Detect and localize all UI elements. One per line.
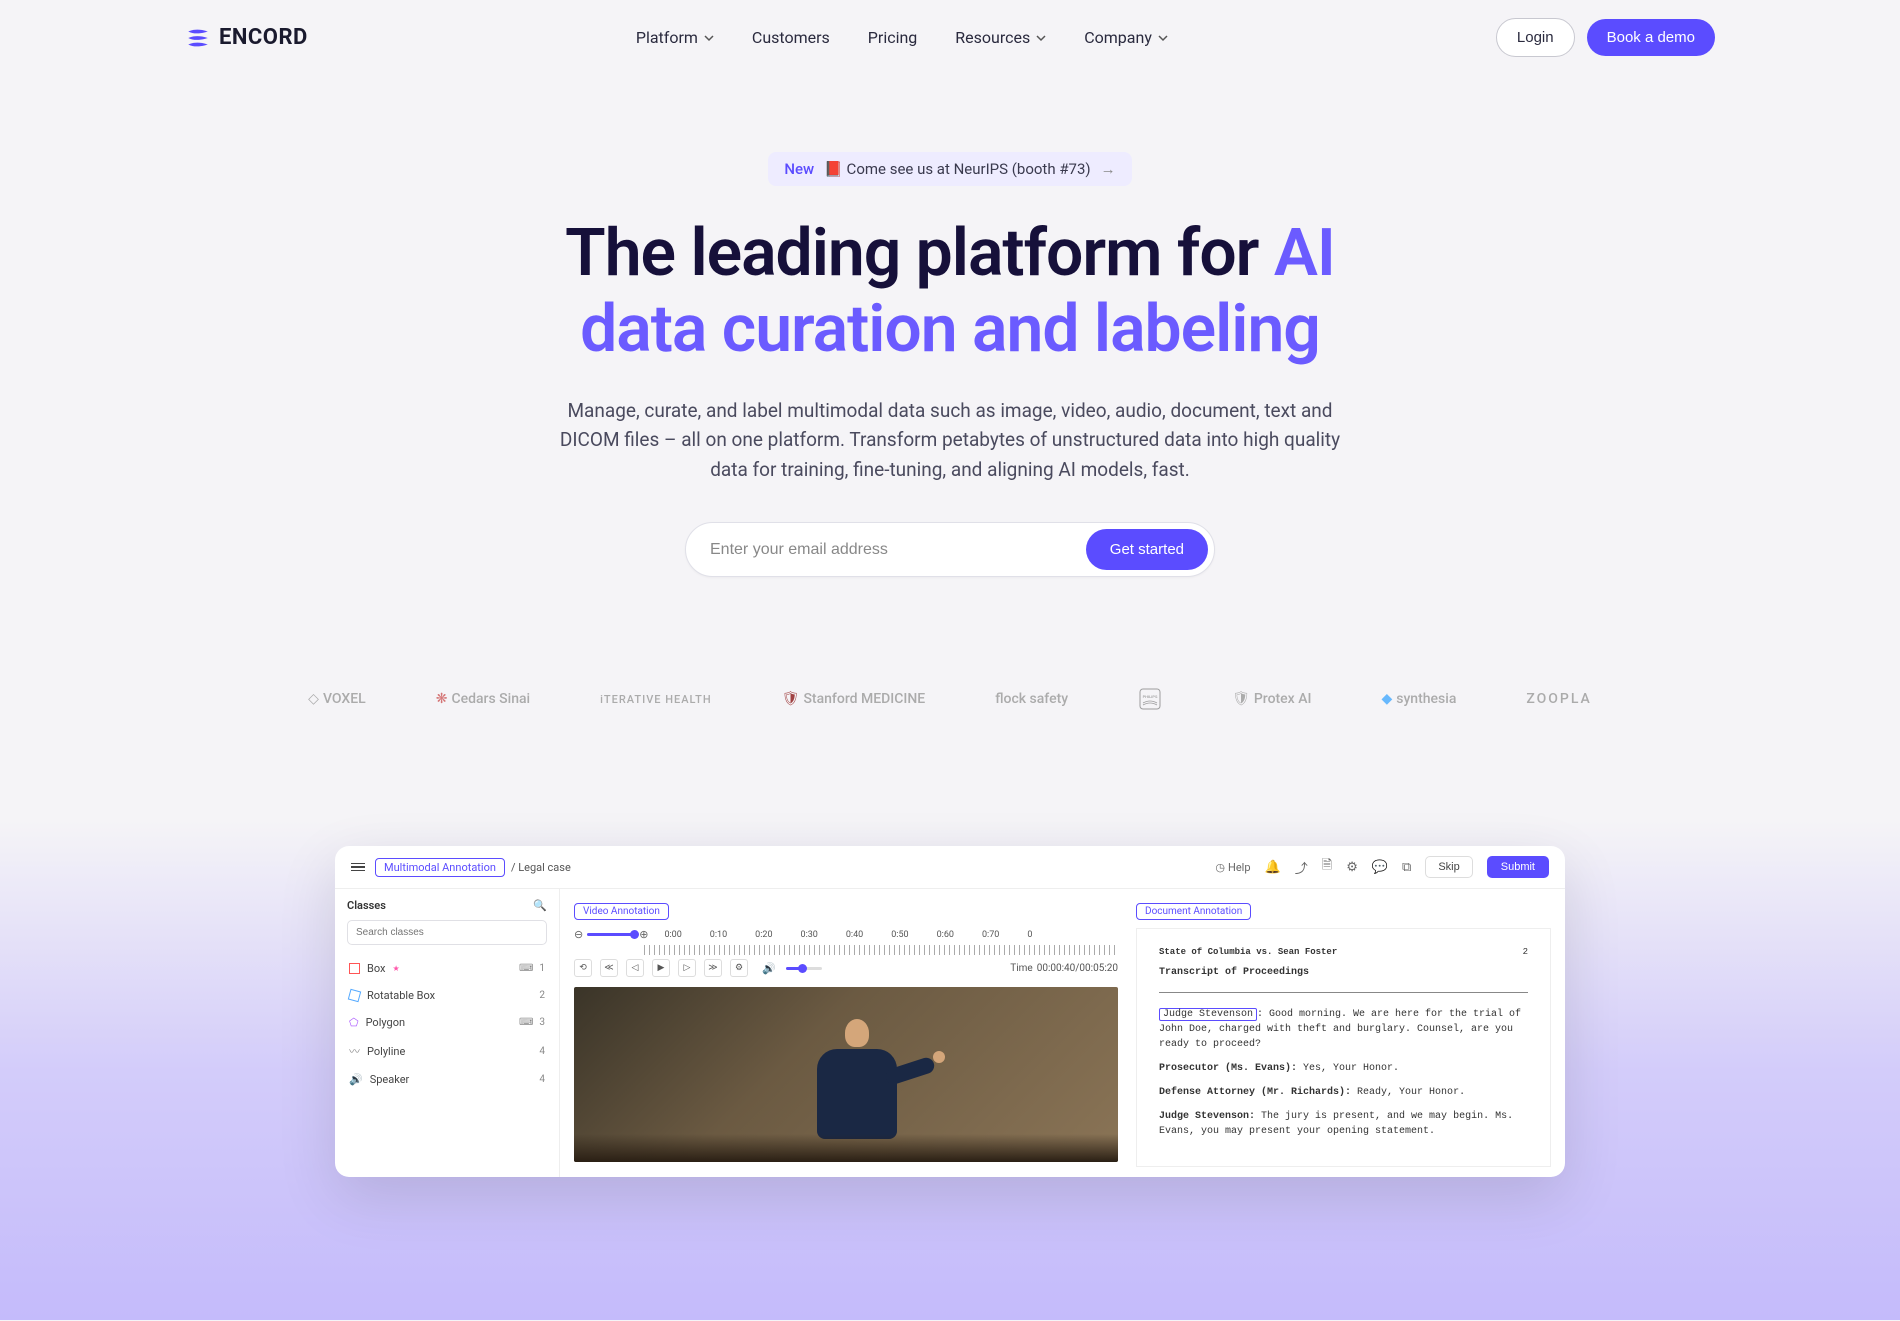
nav-customers[interactable]: Customers bbox=[752, 28, 830, 47]
app-header: Multimodal Annotation / Legal case ◷Help… bbox=[335, 846, 1565, 889]
hero-title: The leading platform for AI data curatio… bbox=[20, 216, 1880, 368]
chevron-down-icon bbox=[704, 33, 714, 43]
transcript-line: Defense Attorney (Mr. Richards): Ready, … bbox=[1159, 1085, 1528, 1100]
announcement-text: 📕 Come see us at NeurIPS (booth #73) bbox=[824, 160, 1090, 178]
step-forward-icon[interactable]: ▷ bbox=[678, 959, 696, 977]
header-actions: Login Book a demo bbox=[1496, 18, 1715, 57]
nav-platform[interactable]: Platform bbox=[636, 28, 714, 47]
gear-icon[interactable]: ⚙ bbox=[1346, 860, 1358, 875]
step-back-icon[interactable]: ◁ bbox=[626, 959, 644, 977]
video-annotation-tag: Video Annotation bbox=[574, 903, 669, 920]
document-annotation-panel: Document Annotation State of Columbia vs… bbox=[1136, 899, 1551, 1167]
logo-zoopla: ZOOPLA bbox=[1526, 691, 1591, 707]
time-display: Time00:00:40/00:05:20 bbox=[1010, 963, 1118, 974]
chevron-down-icon bbox=[1158, 33, 1168, 43]
bell-icon[interactable]: 🔔 bbox=[1265, 860, 1281, 875]
search-classes-input[interactable] bbox=[347, 920, 547, 945]
zoom-slider[interactable]: ⊖ ⊕ bbox=[574, 928, 648, 941]
volume-icon[interactable]: 🔊 bbox=[762, 962, 776, 975]
document-icon[interactable]: 🗎 bbox=[1322, 856, 1332, 878]
email-capture-form: Get started bbox=[685, 522, 1215, 577]
logo-philips: PHILIPS bbox=[1138, 687, 1162, 711]
settings-icon[interactable]: ⚙ bbox=[730, 959, 748, 977]
video-annotation-panel: Video Annotation ⊖ ⊕ 0:000:100:200:300:4… bbox=[574, 899, 1118, 1167]
share-icon[interactable]: ⤴ bbox=[1295, 858, 1308, 877]
chat-icon[interactable]: 💬 bbox=[1372, 860, 1388, 875]
forward-icon[interactable]: ≫ bbox=[704, 959, 722, 977]
class-item-polygon[interactable]: ⬠Polygon ⌨3 bbox=[347, 1009, 547, 1036]
email-input[interactable] bbox=[710, 541, 1086, 559]
document-annotation-tag: Document Annotation bbox=[1136, 903, 1251, 920]
submit-button[interactable]: Submit bbox=[1487, 856, 1549, 878]
case-title: State of Columbia vs. Sean Foster bbox=[1159, 947, 1337, 957]
nav-pricing[interactable]: Pricing bbox=[868, 28, 918, 47]
svg-text:PHILIPS: PHILIPS bbox=[1143, 694, 1158, 699]
transcript-line: Judge Stevenson: The jury is present, an… bbox=[1159, 1109, 1528, 1139]
site-header: ENCORD Platform Customers Pricing Resour… bbox=[0, 0, 1900, 57]
sidebar-title: Classes bbox=[347, 899, 386, 912]
polyline-icon: 〰 bbox=[349, 1043, 360, 1059]
zoom-out-icon[interactable]: ⊖ bbox=[574, 928, 583, 941]
breadcrumb: Multimodal Annotation / Legal case bbox=[375, 858, 571, 877]
hotkey-icon: ⌨ bbox=[519, 963, 533, 974]
page-number: 2 bbox=[1523, 947, 1528, 957]
breadcrumb-path: / Legal case bbox=[511, 861, 571, 874]
polygon-icon: ⬠ bbox=[349, 1016, 359, 1029]
logo-flock: flock safety bbox=[995, 691, 1068, 707]
encord-logo-icon bbox=[185, 25, 211, 51]
product-screenshot: Multimodal Annotation / Legal case ◷Help… bbox=[335, 846, 1565, 1177]
get-started-button[interactable]: Get started bbox=[1086, 529, 1208, 570]
document-page[interactable]: State of Columbia vs. Sean Foster 2 Tran… bbox=[1136, 928, 1551, 1167]
logo-voxel: ◇VOXEL bbox=[308, 691, 366, 707]
rewind-icon[interactable]: ≪ bbox=[600, 959, 618, 977]
brand-name: ENCORD bbox=[219, 25, 308, 50]
hero-section: New 📕 Come see us at NeurIPS (booth #73)… bbox=[0, 152, 1900, 577]
speaker-annotation[interactable]: Judge Stevenson bbox=[1159, 1008, 1257, 1021]
clock-icon: ◷ bbox=[1215, 861, 1225, 874]
classes-sidebar: Classes 🔍 Box★ ⌨1 Rotatable Box 2 ⬠Polyg… bbox=[335, 889, 560, 1177]
loop-icon[interactable]: ⟲ bbox=[574, 959, 592, 977]
play-icon[interactable]: ▶ bbox=[652, 959, 670, 977]
speaker-icon: 🔊 bbox=[349, 1073, 363, 1086]
announcement-banner[interactable]: New 📕 Come see us at NeurIPS (booth #73)… bbox=[768, 152, 1131, 186]
box-icon bbox=[349, 963, 360, 974]
main-nav: Platform Customers Pricing Resources Com… bbox=[636, 28, 1168, 47]
skip-button[interactable]: Skip bbox=[1425, 856, 1472, 878]
customer-logos: ◇VOXEL ❋Cedars Sinai iTERATIVE HEALTH 🛡S… bbox=[0, 687, 1900, 711]
hamburger-icon[interactable] bbox=[351, 863, 365, 872]
class-item-box[interactable]: Box★ ⌨1 bbox=[347, 955, 547, 982]
logo-protex: 🛡Protex AI bbox=[1232, 691, 1311, 707]
book-demo-button[interactable]: Book a demo bbox=[1587, 19, 1715, 56]
zoom-in-icon[interactable]: ⊕ bbox=[639, 928, 648, 941]
nav-resources[interactable]: Resources bbox=[955, 28, 1046, 47]
copy-icon[interactable]: ⧉ bbox=[1402, 860, 1411, 875]
brand-logo[interactable]: ENCORD bbox=[185, 25, 308, 51]
nav-company[interactable]: Company bbox=[1084, 28, 1168, 47]
hotkey-icon: ⌨ bbox=[519, 1017, 533, 1028]
timeline-ticks: 0:000:100:200:300:400:500:600:700 bbox=[664, 930, 1032, 940]
chevron-down-icon bbox=[1036, 33, 1046, 43]
logo-synthesia: ◆synthesia bbox=[1381, 691, 1456, 707]
hero-subtitle: Manage, curate, and label multimodal dat… bbox=[540, 396, 1360, 484]
logo-stanford: 🛡Stanford MEDICINE bbox=[782, 691, 926, 707]
new-badge: New bbox=[784, 160, 814, 178]
class-item-speaker[interactable]: 🔊Speaker 4 bbox=[347, 1066, 547, 1093]
rotatable-box-icon bbox=[348, 989, 361, 1002]
logo-iterative: iTERATIVE HEALTH bbox=[600, 693, 712, 706]
class-item-rotatable-box[interactable]: Rotatable Box 2 bbox=[347, 982, 547, 1009]
timeline-ruler[interactable] bbox=[644, 945, 1118, 955]
transcript-title: Transcript of Proceedings bbox=[1159, 967, 1528, 978]
transcript-line: Prosecutor (Ms. Evans): Yes, Your Honor. bbox=[1159, 1061, 1528, 1076]
login-button[interactable]: Login bbox=[1496, 18, 1575, 57]
logo-cedars: ❋Cedars Sinai bbox=[436, 691, 530, 707]
transcript-line: Judge Stevenson: Good morning. We are he… bbox=[1159, 1007, 1528, 1052]
arrow-right-icon: → bbox=[1101, 160, 1116, 178]
volume-slider[interactable] bbox=[786, 967, 822, 970]
class-item-polyline[interactable]: 〰Polyline 4 bbox=[347, 1036, 547, 1066]
search-icon[interactable]: 🔍 bbox=[533, 899, 547, 912]
help-button[interactable]: ◷Help bbox=[1215, 861, 1250, 874]
video-frame[interactable] bbox=[574, 987, 1118, 1162]
breadcrumb-chip[interactable]: Multimodal Annotation bbox=[375, 858, 505, 877]
